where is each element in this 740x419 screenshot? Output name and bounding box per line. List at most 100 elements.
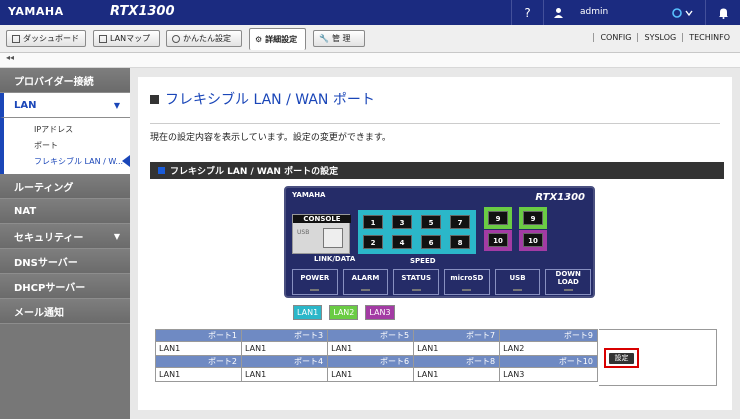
header-cell: ポート8	[413, 355, 501, 368]
model-name: RTX1300	[110, 4, 175, 19]
port-10-alt[interactable]: 10	[523, 233, 543, 247]
dashboard-label: ダッシュボード	[23, 34, 79, 43]
sidebar-item-security[interactable]: セキュリティー ▼	[0, 224, 130, 249]
sidebar-subitem-port[interactable]: ポート	[4, 137, 130, 153]
gear-icon: ⚙	[255, 35, 263, 44]
table-row: LAN1 LAN1 LAN1 LAN1 LAN2	[154, 341, 598, 356]
lan2-port-group-alt: 9	[519, 207, 547, 229]
router-diagram: YAMAHA RTX1300 CONSOLE USB 1 3 5 7 2 4 6…	[284, 186, 595, 298]
header-cell: ポート10	[499, 355, 598, 368]
port-5[interactable]: 5	[421, 215, 441, 229]
sidebar-item-lan[interactable]: LAN ▼	[0, 93, 130, 118]
sidebar-item-label: NAT	[14, 205, 37, 217]
table-cell: LAN1	[413, 341, 501, 356]
help-icon: ?	[524, 5, 531, 20]
console-port-icon	[323, 228, 343, 248]
sidebar-item-label: DHCPサーバー	[14, 282, 86, 294]
port-7[interactable]: 7	[450, 215, 470, 229]
management-label: 管 理	[331, 34, 351, 43]
led-status: STATUS	[393, 269, 440, 295]
sidebar-item-dhcp[interactable]: DHCPサーバー	[0, 274, 130, 299]
device-logo: YAMAHA	[292, 191, 326, 199]
port-9-alt[interactable]: 9	[523, 211, 543, 225]
table-cell: LAN1	[327, 367, 415, 382]
user-button[interactable]	[543, 0, 573, 25]
lanmap-icon	[99, 34, 107, 43]
sidebar-item-label: ルーティング	[14, 182, 74, 194]
wizard-button[interactable]: かんたん設定	[166, 30, 242, 47]
sidebar-item-label: LAN	[14, 99, 37, 111]
notification-button[interactable]	[705, 0, 740, 25]
lanmap-label: LANマップ	[110, 34, 151, 43]
help-button[interactable]: ?	[511, 0, 543, 25]
header-cell: ポート6	[327, 355, 415, 368]
console-label: CONSOLE	[293, 215, 351, 223]
legend-lan1: LAN1	[293, 305, 323, 320]
header-cell: ポート9	[499, 329, 598, 342]
subitem-label: IPアドレス	[34, 124, 74, 134]
lanmap-button[interactable]: LANマップ	[93, 30, 160, 47]
content-panel: フレキシブル LAN / WAN ポート 現在の設定内容を表示しています。設定の…	[138, 77, 732, 410]
settings-button[interactable]: 設定	[609, 353, 634, 364]
current-marker-icon	[122, 155, 130, 167]
management-button[interactable]: 🔧 管 理	[313, 30, 365, 47]
config-link[interactable]: CONFIG	[593, 33, 637, 42]
wrench-icon: 🔧	[319, 34, 329, 43]
settings-button-highlight: 設定	[604, 348, 639, 368]
led-microsd: microSD	[444, 269, 490, 295]
page-description: 現在の設定内容を表示しています。設定の変更ができます。	[150, 133, 391, 143]
led-alarm: ALARM	[342, 269, 389, 295]
port-3[interactable]: 3	[392, 215, 412, 229]
subitem-label: フレキシブル LAN / W...	[34, 156, 124, 166]
divider	[150, 123, 720, 124]
advanced-settings-tab[interactable]: ⚙ 詳細設定	[249, 28, 306, 50]
led-download: DOWN LOAD	[545, 269, 592, 295]
sidebar-item-provider[interactable]: プロバイダー接続	[0, 68, 130, 93]
table-row: LAN1 LAN1 LAN1 LAN1 LAN3	[154, 367, 598, 382]
legend-lan2: LAN2	[329, 305, 359, 320]
header-cell: ポート2	[154, 355, 243, 368]
header-cell: ポート5	[327, 329, 415, 342]
table-cell: LAN1	[241, 341, 329, 356]
main-area: フレキシブル LAN / WAN ポート 現在の設定内容を表示しています。設定の…	[130, 68, 740, 419]
table-cell: LAN1	[241, 367, 329, 382]
sidebar-item-mail[interactable]: メール通知	[0, 299, 130, 324]
port-10[interactable]: 10	[488, 233, 508, 247]
port-8[interactable]: 8	[450, 235, 470, 249]
bell-icon	[718, 8, 728, 19]
port-4[interactable]: 4	[392, 235, 412, 249]
sidebar-item-dns[interactable]: DNSサーバー	[0, 249, 130, 274]
console-block: CONSOLE USB	[292, 214, 351, 254]
sidebar-subitem-flexible-port[interactable]: フレキシブル LAN / W...	[4, 153, 130, 169]
lan3-port-group: 10	[484, 230, 512, 251]
table-header-row: ポート2 ポート4 ポート6 ポート8 ポート10	[154, 355, 598, 368]
speed-label: SPEED	[410, 257, 436, 265]
table-cell: LAN1	[327, 341, 415, 356]
header-cell: ポート1	[154, 329, 243, 342]
sidebar-item-label: プロバイダー接続	[14, 76, 94, 88]
port-6[interactable]: 6	[421, 235, 441, 249]
chevron-down-icon: ▼	[113, 101, 120, 110]
section-square-icon	[158, 167, 165, 174]
port-2[interactable]: 2	[363, 235, 383, 249]
page-title: フレキシブル LAN / WAN ポート	[150, 89, 375, 109]
table-cell: LAN2	[499, 341, 598, 356]
port-9[interactable]: 9	[488, 211, 508, 225]
collapse-sidebar-button[interactable]: ◂◂	[6, 53, 14, 62]
sidebar-item-routing[interactable]: ルーティング	[0, 174, 130, 199]
sidebar-item-label: メール通知	[14, 307, 64, 319]
page-title-text: フレキシブル LAN / WAN ポート	[165, 92, 375, 108]
sidebar-item-nat[interactable]: NAT	[0, 199, 130, 224]
wizard-label: かんたん設定	[183, 34, 231, 43]
port-1[interactable]: 1	[363, 215, 383, 229]
port-assignment-table: ポート1 ポート3 ポート5 ポート7 ポート9 LAN1 LAN1 LAN1 …	[154, 329, 598, 382]
table-cell: LAN3	[499, 367, 598, 382]
sidebar-subitem-ip-address[interactable]: IPアドレス	[4, 121, 130, 137]
status-indicator[interactable]	[660, 0, 705, 25]
subitem-label: ポート	[34, 140, 58, 150]
syslog-link[interactable]: SYSLOG	[637, 33, 682, 42]
techinfo-link[interactable]: TECHINFO	[682, 33, 736, 42]
device-model: RTX1300	[535, 192, 585, 203]
dashboard-button[interactable]: ダッシュボード	[6, 30, 86, 47]
yamaha-logo: YAMAHA	[8, 5, 64, 18]
